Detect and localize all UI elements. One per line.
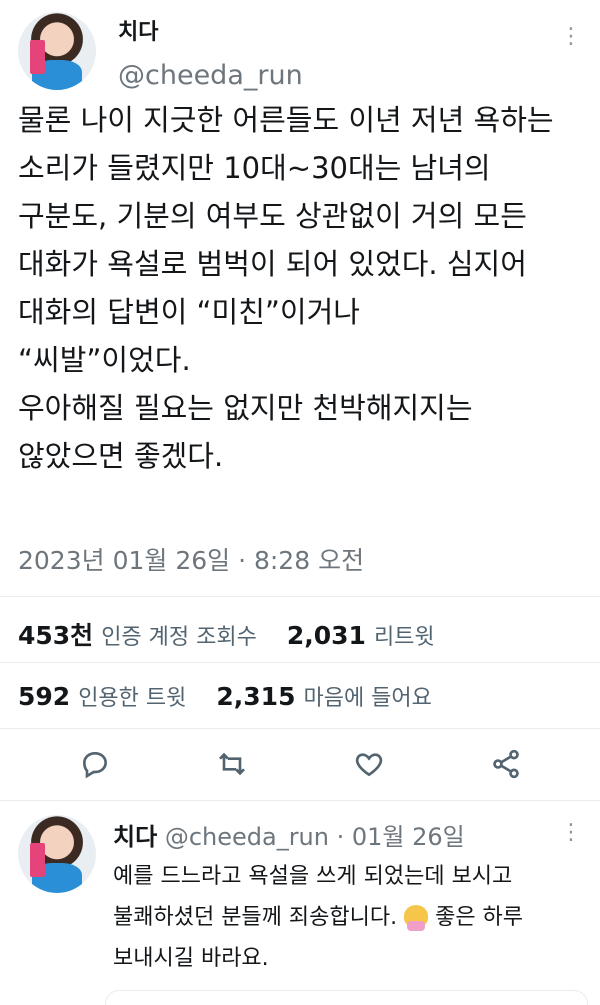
action-bar [0, 738, 600, 794]
likes-count[interactable]: 2,315 [216, 682, 295, 711]
retweets-count[interactable]: 2,031 [287, 621, 366, 650]
divider [0, 728, 600, 729]
stats-row-views: 453천 인증 계정 조회수 2,031 리트윗 [18, 616, 435, 652]
like-icon[interactable] [353, 748, 385, 784]
retweet-icon[interactable] [216, 748, 248, 784]
person-bowing-emoji [404, 905, 429, 931]
quotes-label[interactable]: 인용한 트윗 [78, 680, 186, 712]
author-handle[interactable]: @cheeda_run [118, 60, 303, 91]
reply-text: 예를 드느라고 욕설을 쓰게 되었는데 보시고 불쾌하셨던 분들께 죄송합니다.… [113, 856, 583, 979]
reply-header: 치다 @cheeda_run · 01월 26일 [113, 817, 465, 852]
likes-label[interactable]: 마음에 들어요 [303, 680, 431, 712]
author-name[interactable]: 치다 [118, 14, 158, 46]
avatar-drink [30, 843, 45, 878]
more-dots-icon[interactable]: ⋮ [560, 820, 582, 845]
reply-handle-date[interactable]: @cheeda_run · 01월 26일 [165, 823, 465, 851]
divider [0, 596, 600, 597]
tweet-timestamp[interactable]: 2023년 01월 26일 · 8:28 오전 [18, 541, 364, 577]
stats-row-engagement: 592 인용한 트윗 2,315 마음에 들어요 [18, 680, 432, 712]
divider [0, 662, 600, 663]
quotes-count[interactable]: 592 [18, 682, 70, 711]
views-label: 인증 계정 조회수 [101, 625, 257, 650]
reply-icon[interactable] [79, 748, 111, 784]
more-dots-icon[interactable]: ⋮ [560, 24, 582, 49]
next-tweet-card[interactable] [105, 990, 588, 1005]
reply-author-name[interactable]: 치다 [113, 823, 157, 851]
tweet-text: 물론 나이 지긋한 어른들도 이년 저년 욕하는 소리가 들렸지만 10대~30… [18, 103, 554, 473]
retweets-label[interactable]: 리트윗 [374, 619, 435, 651]
reply-author-avatar[interactable] [18, 815, 96, 893]
author-avatar[interactable] [18, 12, 96, 90]
share-icon[interactable] [490, 748, 522, 784]
avatar-drink [30, 40, 45, 75]
views-count: 453천 [18, 621, 94, 650]
divider [0, 800, 600, 801]
